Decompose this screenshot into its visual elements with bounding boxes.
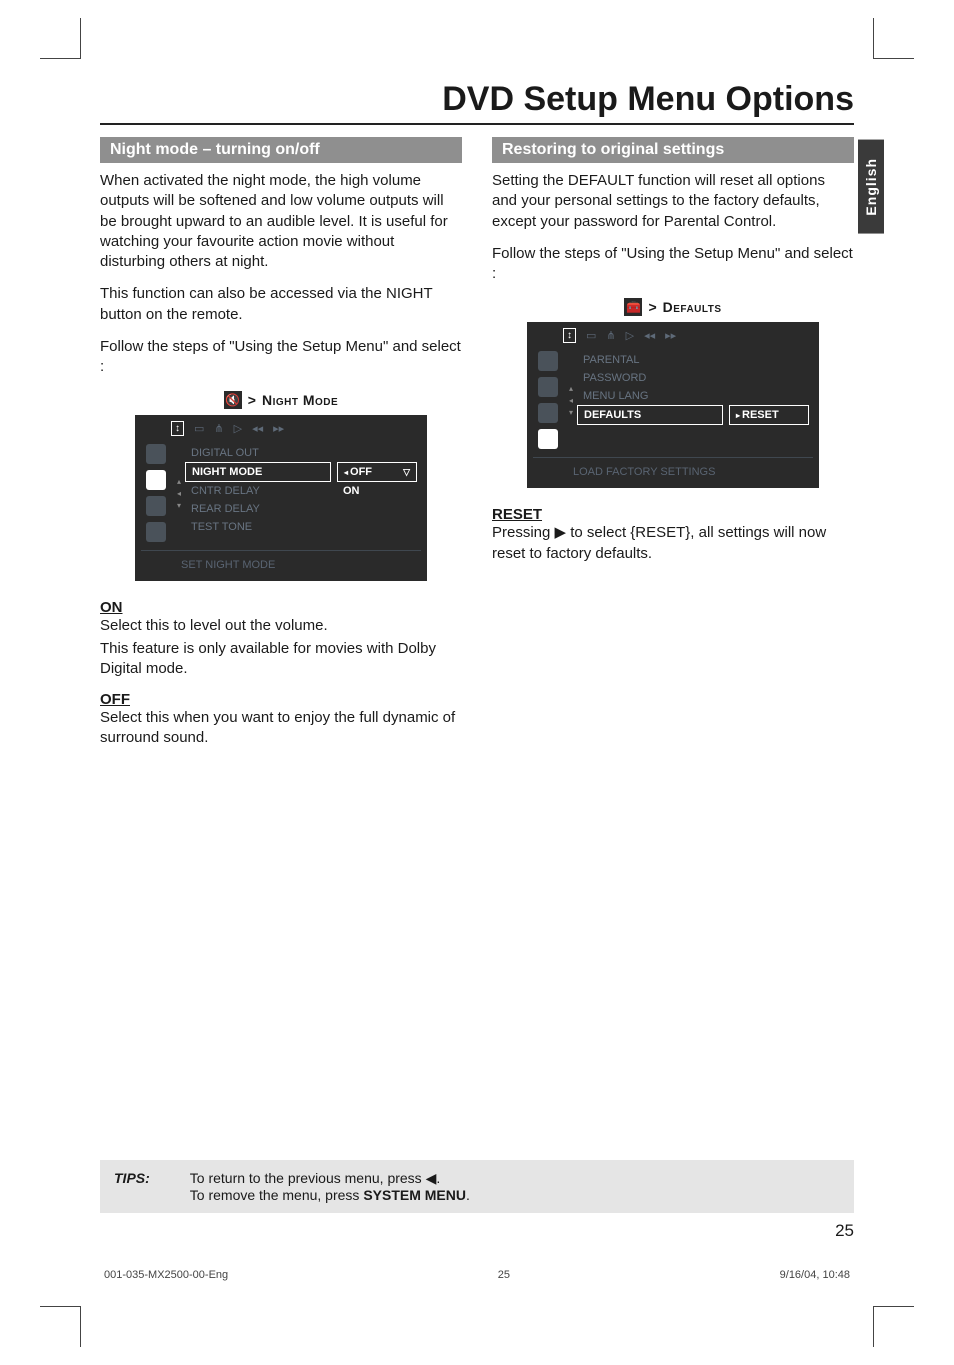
left-arrow-icon: ◀: [426, 1170, 437, 1186]
play-icon: ▷: [626, 329, 634, 342]
up-arrow-icon: ▴: [177, 477, 181, 486]
chevron-right-icon: >: [248, 392, 256, 408]
left-arrow-icon: ◂: [177, 489, 181, 498]
left-nav-item: [538, 403, 558, 423]
left-nav-item: [146, 496, 166, 516]
tips-line-1: To return to the previous menu, press ◀.: [190, 1170, 440, 1186]
section-heading-night-mode: Night mode – turning on/off: [100, 137, 462, 163]
breadcrumb: 🔇 > Night Mode: [224, 391, 338, 409]
reset-heading: RESET: [492, 506, 854, 523]
breadcrumb-label: Night Mode: [262, 392, 338, 408]
footer-date: 9/16/04, 10:48: [780, 1269, 850, 1281]
value-on: ON: [337, 482, 417, 500]
breadcrumb-label: Defaults: [663, 299, 722, 315]
forward-icon: ▸▸: [665, 329, 676, 342]
osd-panel-night-mode: ↕ ▭ ⋔ ▷ ◂◂ ▸▸: [135, 415, 427, 581]
list-item-selected: NIGHT MODE: [185, 462, 331, 482]
left-nav-item: [146, 444, 166, 464]
osd-panel-defaults: ↕ ▭ ⋔ ▷ ◂◂ ▸▸: [527, 322, 819, 488]
value-off: ◂OFF ▽: [337, 462, 417, 482]
rewind-icon: ◂◂: [252, 422, 263, 435]
speaker-icon: 🔇: [224, 391, 242, 409]
left-nav-item-active: [146, 470, 166, 490]
top-tab-active: ↕: [171, 421, 184, 436]
osd-helper-text: SET NIGHT MODE: [141, 550, 421, 575]
reset-text: Pressing ▶ to select {RESET}, all settin…: [492, 523, 854, 564]
off-heading: OFF: [100, 691, 462, 708]
restoring-para-1: Setting the DEFAULT function will reset …: [492, 171, 854, 232]
on-text-1: Select this to level out the volume.: [100, 616, 462, 636]
left-nav-item-active: [538, 429, 558, 449]
toolbox-icon: 🧰: [624, 298, 642, 316]
list-item: DIGITAL OUT: [185, 444, 331, 462]
right-arrow-icon: ▶: [555, 524, 567, 541]
osd-helper-text: LOAD FACTORY SETTINGS: [533, 457, 813, 482]
left-nav-item: [538, 377, 558, 397]
top-tab-active: ↕: [563, 328, 576, 343]
list-item: CNTR DELAY: [185, 482, 331, 500]
left-nav-item: [538, 351, 558, 371]
night-mode-para-1: When activated the night mode, the high …: [100, 171, 462, 272]
restoring-para-2: Follow the steps of "Using the Setup Men…: [492, 244, 854, 285]
down-arrow-icon: ▾: [569, 408, 573, 417]
up-arrow-icon: ▴: [569, 384, 573, 393]
page-title: DVD Setup Menu Options: [100, 80, 854, 125]
section-heading-restoring: Restoring to original settings: [492, 137, 854, 163]
value-reset: ▸RESET: [729, 405, 809, 425]
rewind-icon: ◂◂: [644, 329, 655, 342]
forward-icon: ▸▸: [273, 422, 284, 435]
chevron-right-icon: >: [648, 299, 656, 315]
left-arrow-icon: ◂: [569, 396, 573, 405]
list-item: MENU LANG: [577, 387, 723, 405]
footer-page-num: 25: [498, 1269, 510, 1281]
page-number: 25: [835, 1221, 854, 1241]
tips-line-2: To remove the menu, press SYSTEM MENU.: [190, 1187, 470, 1203]
play-icon: ▷: [234, 422, 242, 435]
list-item: PASSWORD: [577, 369, 723, 387]
on-heading: ON: [100, 599, 462, 616]
list-item-selected: DEFAULTS: [577, 405, 723, 425]
signal-icon: ⋔: [214, 422, 223, 435]
down-arrow-icon: ▾: [177, 501, 181, 510]
breadcrumb: 🧰 > Defaults: [624, 298, 721, 316]
list-item: REAR DELAY: [185, 500, 331, 518]
tips-label: TIPS:: [114, 1170, 150, 1203]
display-icon: ▭: [586, 329, 596, 342]
display-icon: ▭: [194, 422, 204, 435]
night-mode-para-2: This function can also be accessed via t…: [100, 284, 462, 325]
signal-icon: ⋔: [606, 329, 615, 342]
night-mode-para-3: Follow the steps of "Using the Setup Men…: [100, 337, 462, 378]
list-item: TEST TONE: [185, 518, 331, 536]
down-arrow-icon: ▽: [403, 467, 410, 478]
on-text-2: This feature is only available for movie…: [100, 639, 462, 680]
language-tab: English: [858, 140, 884, 234]
footer-doc-code: 001-035-MX2500-00-Eng: [104, 1269, 228, 1281]
off-text: Select this when you want to enjoy the f…: [100, 708, 462, 749]
tips-box: TIPS: To return to the previous menu, pr…: [100, 1160, 854, 1213]
list-item: PARENTAL: [577, 351, 723, 369]
left-nav-item: [146, 522, 166, 542]
